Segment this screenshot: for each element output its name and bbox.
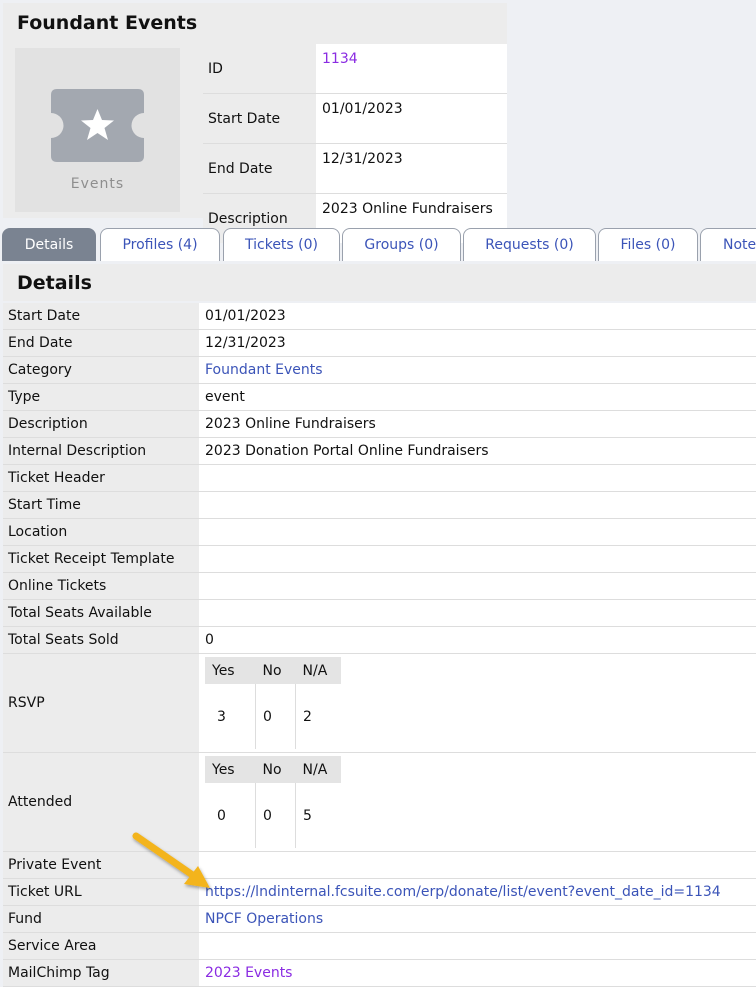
table-row: Start Time: [3, 491, 756, 519]
rsvp-value: 3: [205, 684, 256, 749]
row-label: Total Seats Available: [3, 599, 199, 627]
row-label: Ticket Header: [3, 464, 199, 492]
row-value: [199, 545, 756, 573]
summary-row-id: ID 1134: [203, 44, 507, 94]
attended-table: Yes No N/A 0 0 5: [205, 756, 341, 848]
table-row: Fund NPCF Operations: [3, 905, 756, 933]
row-value: [199, 932, 756, 960]
mailchimp-tag-link[interactable]: 2023 Events: [205, 965, 292, 981]
table-row: Total Seats Sold 0: [3, 626, 756, 654]
table-row: Category Foundant Events: [3, 356, 756, 384]
summary-label: ID: [203, 44, 316, 94]
row-label: Internal Description: [3, 437, 199, 465]
rsvp-header: No: [255, 657, 296, 684]
row-value: event: [199, 383, 756, 411]
attended-value: 0: [255, 783, 296, 848]
tab-files[interactable]: Files (0): [598, 228, 698, 261]
row-value: [199, 464, 756, 492]
table-row: Ticket URL https://lndinternal.fcsuite.co…: [3, 878, 756, 906]
fund-link[interactable]: NPCF Operations: [205, 911, 323, 927]
tab-details[interactable]: Details: [2, 228, 96, 261]
row-label: RSVP: [3, 653, 199, 753]
row-label: Category: [3, 356, 199, 384]
attended-header: Yes: [205, 756, 256, 783]
table-row: Online Tickets: [3, 572, 756, 600]
table-row: Internal Description 2023 Donation Portal…: [3, 437, 756, 465]
category-link[interactable]: Foundant Events: [205, 362, 323, 378]
attended-value: 5: [295, 783, 341, 848]
attended-header: No: [255, 756, 296, 783]
rsvp-value: 2: [295, 684, 341, 749]
row-label: Start Time: [3, 491, 199, 519]
row-value: [199, 572, 756, 600]
rsvp-value: 0: [255, 684, 296, 749]
tab-notes[interactable]: Note: [700, 228, 756, 261]
table-row: Private Event: [3, 851, 756, 879]
row-value: 01/01/2023: [199, 303, 756, 330]
event-thumbnail: Events: [15, 48, 180, 212]
row-value: 2023 Donation Portal Online Fundraisers: [199, 437, 756, 465]
row-label: Description: [3, 410, 199, 438]
table-row: Type event: [3, 383, 756, 411]
summary-value: 12/31/2023: [316, 143, 507, 194]
tab-profiles[interactable]: Profiles (4): [100, 228, 220, 261]
row-value: [199, 851, 756, 879]
row-label: Online Tickets: [3, 572, 199, 600]
ticket-star-icon: [51, 89, 144, 162]
details-heading: Details: [17, 272, 92, 294]
summary-label: Start Date: [203, 93, 316, 144]
table-row-attended: Attended Yes No N/A 0 0 5: [3, 752, 756, 852]
tab-bar: Details Profiles (4) Tickets (0) Groups …: [2, 228, 756, 264]
annotation-arrow-icon: [132, 832, 210, 888]
table-row: Total Seats Available: [3, 599, 756, 627]
table-row: Description 2023 Online Fundraisers: [3, 410, 756, 438]
row-label: Start Date: [3, 303, 199, 330]
rsvp-header: Yes: [205, 657, 256, 684]
row-label: Service Area: [3, 932, 199, 960]
attended-header: N/A: [295, 756, 341, 783]
row-value: [199, 599, 756, 627]
event-summary-card: Foundant Events Events ID 1134 Start Dat…: [3, 3, 507, 243]
details-section-header: Details: [3, 264, 756, 301]
tab-requests[interactable]: Requests (0): [463, 228, 596, 261]
table-row: MailChimp Tag 2023 Events: [3, 959, 756, 987]
row-value: 0: [199, 626, 756, 654]
event-id-link[interactable]: 1134: [322, 51, 358, 67]
row-label: Ticket Receipt Template: [3, 545, 199, 573]
rsvp-header: N/A: [295, 657, 341, 684]
row-label: Fund: [3, 905, 199, 933]
table-row: Start Date 01/01/2023: [3, 303, 756, 330]
table-row: Ticket Header: [3, 464, 756, 492]
ticket-url-link[interactable]: https://lndinternal.fcsuite.com/erp/dona…: [205, 884, 721, 900]
details-table: Start Date 01/01/2023 End Date 12/31/2023 …: [3, 303, 756, 987]
row-label: End Date: [3, 329, 199, 357]
row-label: Location: [3, 518, 199, 546]
summary-label: End Date: [203, 143, 316, 194]
table-row: End Date 12/31/2023: [3, 329, 756, 357]
page-title: Foundant Events: [17, 12, 198, 34]
row-label: Type: [3, 383, 199, 411]
row-value: [199, 491, 756, 519]
row-label: Total Seats Sold: [3, 626, 199, 654]
table-row-rsvp: RSVP Yes No N/A 3 0 2: [3, 653, 756, 753]
table-row: Service Area: [3, 932, 756, 960]
thumbnail-label: Events: [70, 176, 125, 192]
summary-row-end: End Date 12/31/2023: [203, 143, 507, 194]
summary-table: ID 1134 Start Date 01/01/2023 End Date 1…: [203, 44, 507, 243]
tab-groups[interactable]: Groups (0): [342, 228, 461, 261]
summary-row-start: Start Date 01/01/2023: [203, 93, 507, 144]
row-label: MailChimp Tag: [3, 959, 199, 987]
summary-value: 01/01/2023: [316, 93, 507, 144]
row-value: 12/31/2023: [199, 329, 756, 357]
rsvp-table: Yes No N/A 3 0 2: [205, 657, 341, 749]
tab-tickets[interactable]: Tickets (0): [223, 228, 340, 261]
row-value: [199, 518, 756, 546]
table-row: Ticket Receipt Template: [3, 545, 756, 573]
table-row: Location: [3, 518, 756, 546]
row-value: 2023 Online Fundraisers: [199, 410, 756, 438]
